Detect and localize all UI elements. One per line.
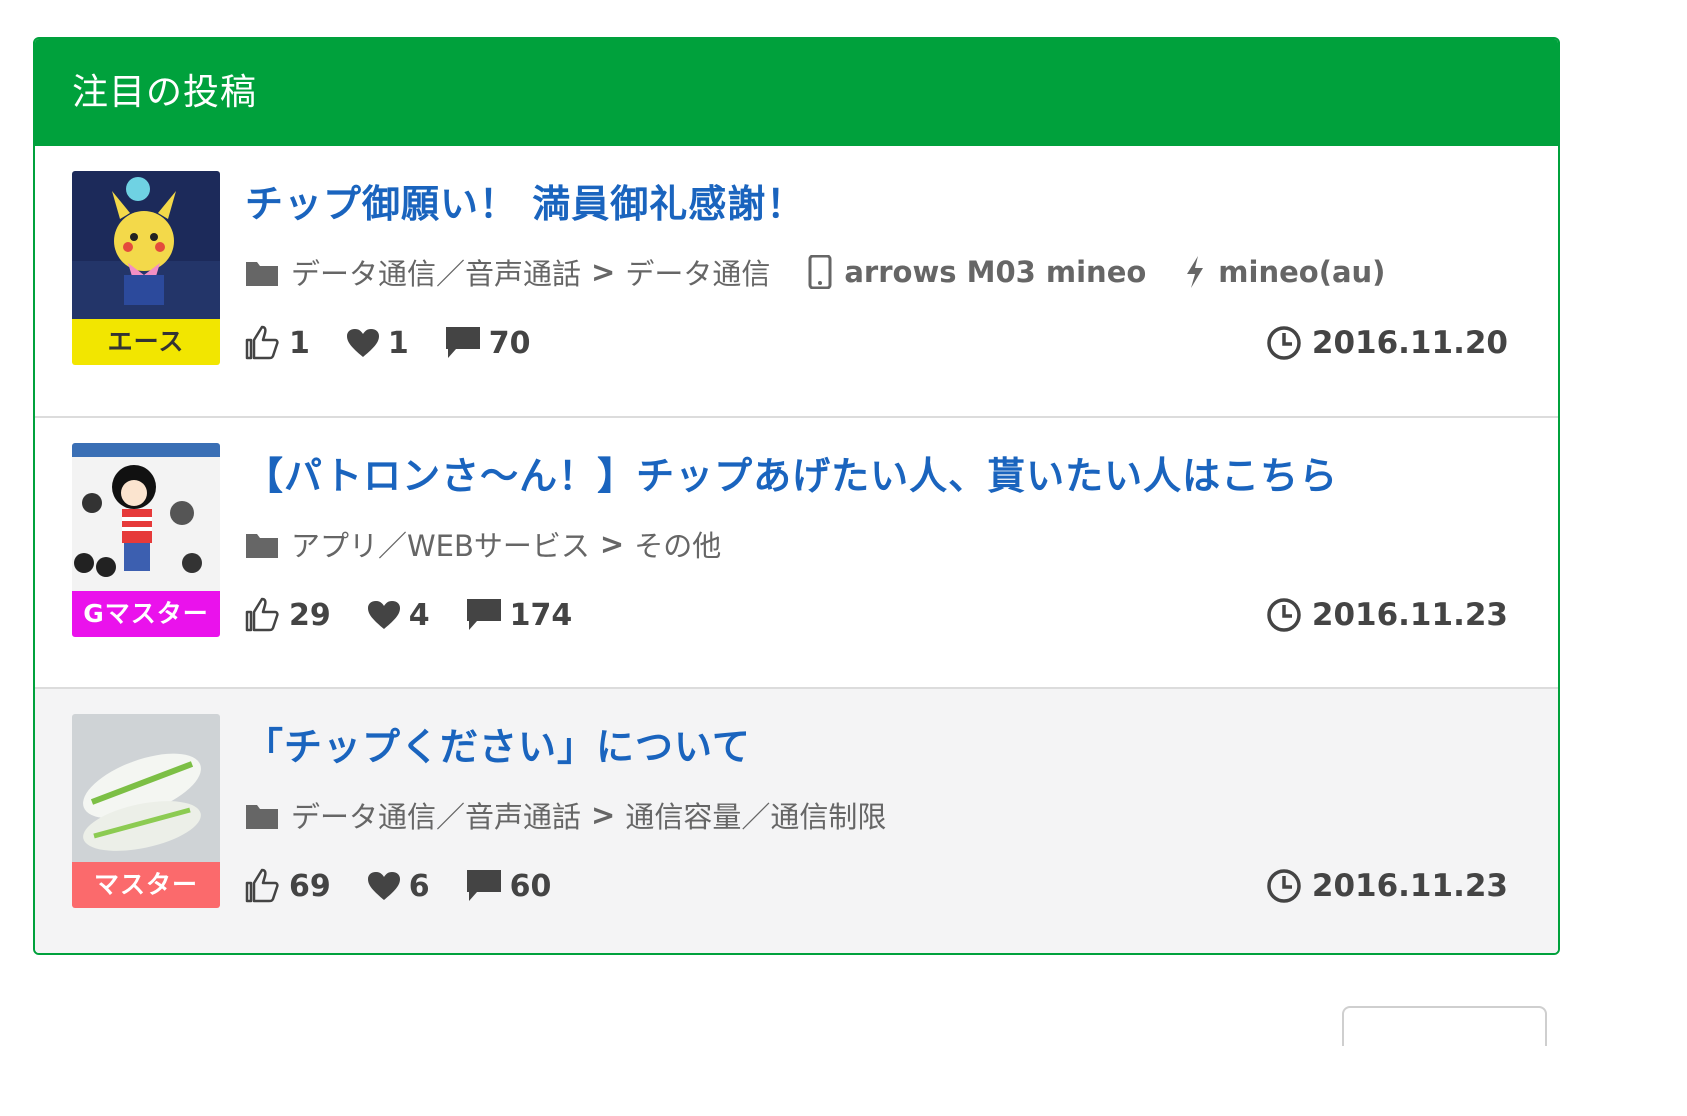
post-meta: アプリ／WEBサービス > その他	[245, 522, 759, 566]
post-thumbnail[interactable]: エース	[72, 171, 220, 365]
user-avatar-image	[72, 443, 220, 591]
category-group: データ通信／音声通話 > データ通信	[245, 251, 770, 293]
carrier-link[interactable]: mineo(au)	[1218, 255, 1385, 289]
likes-count: 4	[367, 598, 430, 633]
folder-icon	[245, 529, 279, 559]
post-item: マスター 「チップください」について データ通信／音声通話 > 通信容量／通信制…	[35, 687, 1558, 953]
post-title-link[interactable]: 「チップください」について	[245, 716, 751, 771]
category-link[interactable]: データ通信／音声通話	[291, 794, 581, 836]
user-avatar-image	[72, 714, 220, 862]
thanks-count: 69	[245, 868, 331, 904]
likes-count: 6	[367, 869, 430, 904]
post-item: エース チップ御願い！ 満員御礼感謝！ データ通信／音声通話 > データ通信 a…	[35, 146, 1558, 416]
likes-value: 6	[408, 868, 430, 904]
comments-value: 174	[509, 597, 573, 633]
category-group: アプリ／WEBサービス > その他	[245, 523, 721, 565]
comments-value: 60	[509, 868, 552, 904]
folder-icon	[245, 257, 279, 287]
likes-count: 1	[346, 326, 409, 361]
post-meta: データ通信／音声通話 > データ通信 arrows M03 mineo mine…	[245, 250, 1423, 294]
category-link[interactable]: アプリ／WEBサービス	[291, 523, 590, 565]
likes-value: 1	[387, 325, 409, 361]
post-date: 2016.11.23	[1266, 863, 1508, 909]
device-link[interactable]: arrows M03 mineo	[844, 255, 1146, 289]
post-item: Gマスター 【パトロンさ〜ん！】チップあげたい人、貰いたい人はこちら アプリ／W…	[35, 416, 1558, 687]
comments-count: 60	[466, 868, 552, 904]
post-title-link[interactable]: 【パトロンさ〜ん！】チップあげたい人、貰いたい人はこちら	[245, 445, 1338, 500]
user-rank-badge: エース	[72, 319, 220, 365]
category-group: データ通信／音声通話 > 通信容量／通信制限	[245, 794, 886, 836]
thumbs-up-icon	[245, 597, 279, 632]
thanks-count: 1	[245, 325, 310, 361]
category-link[interactable]: データ通信／音声通話	[291, 251, 581, 293]
comment-icon	[466, 599, 501, 630]
category-separator: >	[591, 798, 616, 832]
phone-icon	[808, 255, 832, 289]
post-stats: 69 6 60	[245, 863, 587, 909]
thumbs-up-icon	[245, 325, 279, 360]
thanks-value: 1	[289, 325, 310, 361]
comment-icon	[466, 870, 501, 901]
user-rank-badge: Gマスター	[72, 591, 220, 637]
comment-icon	[445, 327, 480, 358]
subcategory-link[interactable]: 通信容量／通信制限	[625, 794, 886, 836]
featured-posts-panel: 注目の投稿 エース チップ御願い！ 満員御礼感謝！ データ通信／音声通話 > デ…	[33, 37, 1560, 955]
thanks-value: 29	[289, 597, 331, 633]
folder-icon	[245, 800, 279, 830]
lightning-icon	[1184, 255, 1206, 289]
date-value: 2016.11.23	[1311, 597, 1508, 633]
heart-icon	[346, 329, 379, 357]
post-stats: 29 4 174	[245, 592, 608, 638]
device-group: arrows M03 mineo	[808, 255, 1146, 289]
post-date: 2016.11.23	[1266, 592, 1508, 638]
post-thumbnail[interactable]: マスター	[72, 714, 220, 908]
subcategory-link[interactable]: その他	[634, 523, 721, 565]
thanks-value: 69	[289, 868, 331, 904]
heart-icon	[367, 601, 400, 629]
subcategory-link[interactable]: データ通信	[625, 251, 770, 293]
post-stats: 1 1 70	[245, 320, 567, 366]
comments-count: 174	[466, 597, 573, 633]
carrier-group: mineo(au)	[1184, 255, 1385, 289]
clock-icon	[1267, 869, 1301, 903]
post-meta: データ通信／音声通話 > 通信容量／通信制限	[245, 793, 924, 837]
more-button[interactable]	[1342, 1006, 1547, 1046]
thanks-count: 29	[245, 597, 331, 633]
heart-icon	[367, 872, 400, 900]
panel-header-title: 注目の投稿	[35, 39, 1558, 146]
category-separator: >	[591, 255, 616, 289]
thumbs-up-icon	[245, 868, 279, 903]
category-separator: >	[599, 527, 625, 561]
likes-value: 4	[408, 597, 430, 633]
comments-value: 70	[488, 325, 531, 361]
clock-icon	[1267, 326, 1301, 360]
comments-count: 70	[445, 326, 531, 361]
post-date: 2016.11.20	[1266, 320, 1508, 366]
post-thumbnail[interactable]: Gマスター	[72, 443, 220, 637]
user-avatar-image	[72, 171, 220, 319]
date-value: 2016.11.20	[1311, 325, 1508, 361]
clock-icon	[1267, 598, 1301, 632]
post-title-link[interactable]: チップ御願い！ 満員御礼感謝！	[245, 173, 805, 228]
date-value: 2016.11.23	[1311, 868, 1508, 904]
user-rank-badge: マスター	[72, 862, 220, 908]
